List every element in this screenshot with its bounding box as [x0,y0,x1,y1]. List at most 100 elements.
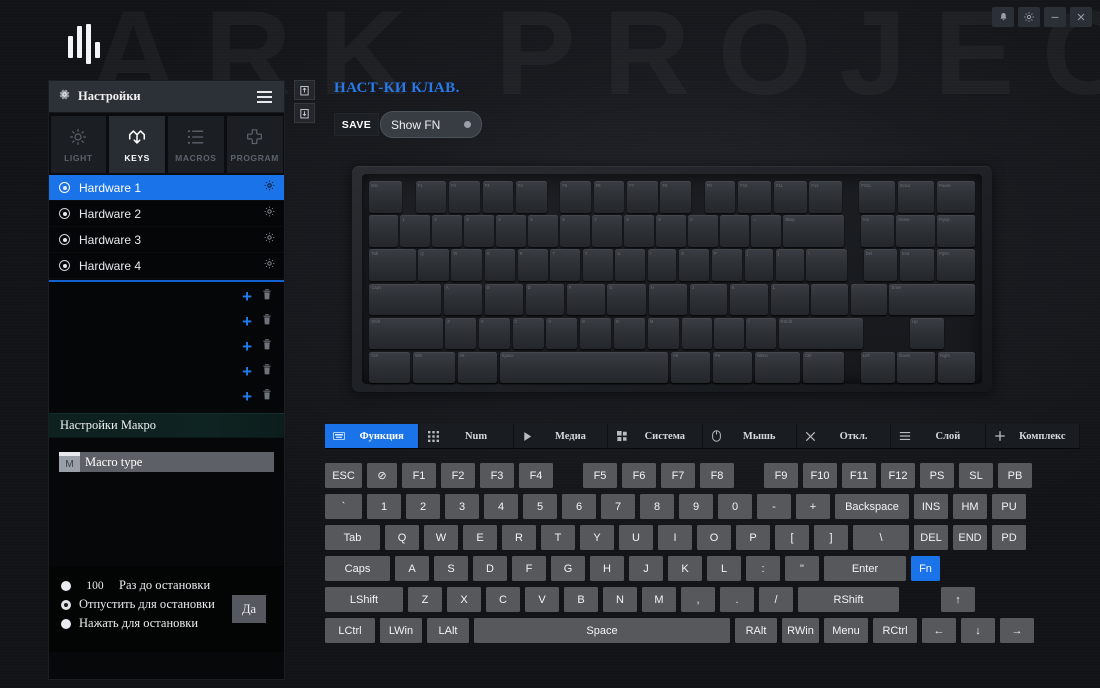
keyboard-preview-key[interactable]: Esc [369,181,403,213]
keyboard-preview-key[interactable]: ' [850,283,887,315]
virtual-key[interactable]: P [736,525,770,550]
keyboard-preview-key[interactable]: D [525,283,564,315]
show-fn-toggle[interactable]: Show FN [380,111,482,138]
keyboard-preview-key[interactable]: Space [499,351,669,383]
virtual-key[interactable]: 0 [718,494,752,519]
keyboard-preview-key[interactable]: ] [775,249,804,281]
virtual-key[interactable]: C [486,587,520,612]
keyboard-preview-key[interactable]: 1 [400,215,430,247]
virtual-key[interactable]: I [658,525,692,550]
keyboard-preview-key[interactable]: Y [582,249,613,281]
virtual-key[interactable]: + [796,494,830,519]
keyboard-preview-key[interactable]: F6 [593,181,625,213]
keyboard-preview-key[interactable]: Alt [457,351,497,383]
virtual-key[interactable]: Enter [824,556,906,581]
virtual-key[interactable]: 4 [484,494,518,519]
virtual-key[interactable]: INS [914,494,948,519]
trash-icon[interactable] [261,363,273,381]
keyboard-preview-key[interactable]: V [546,317,578,349]
virtual-key[interactable]: ] [814,525,848,550]
virtual-key[interactable]: Backspace [835,494,909,519]
hardware-row[interactable]: Hardware 1 [49,175,284,201]
keyboard-preview-key[interactable]: F5 [560,181,591,213]
confirm-button[interactable]: Да [232,595,266,623]
virtual-key[interactable]: → [1000,618,1034,643]
stop-option-repeat[interactable]: 100 Раз до остановки [61,576,284,595]
virtual-key[interactable]: 1 [367,494,401,519]
keyboard-preview-key[interactable]: Down [897,351,936,383]
virtual-key[interactable]: E [463,525,497,550]
keyboard-preview-key[interactable]: F [566,283,605,315]
keyboard-preview-key[interactable]: F1 [415,181,447,213]
keyboard-preview-key[interactable]: A [443,283,482,315]
gear-icon[interactable] [263,231,276,249]
keyboard-preview-key[interactable]: U [615,249,646,281]
keyboard-preview-key[interactable]: Shift [369,317,443,349]
virtual-key[interactable]: LShift [325,587,403,612]
hamburger-icon[interactable] [254,88,275,106]
macro-type-field[interactable]: M Macro type [59,452,274,472]
keyboard-preview-key[interactable]: Z [445,317,476,349]
keyboard-preview-key[interactable]: F3 [482,181,514,213]
keyboard-preview-key[interactable]: Alt [671,351,711,383]
hardware-row[interactable]: Hardware 4 [49,253,284,279]
virtual-key[interactable]: / [759,587,793,612]
keyboard-preview-key[interactable]: Left [860,351,895,383]
add-macro-icon[interactable]: + [242,388,252,405]
keyboard-preview-key[interactable]: Home [896,215,935,247]
virtual-key[interactable]: 9 [679,494,713,519]
virtual-key[interactable]: O [697,525,731,550]
virtual-key[interactable]: D [473,556,507,581]
key-category-tab[interactable]: Слой [891,424,985,448]
gear-icon[interactable] [263,257,276,275]
virtual-key[interactable]: 2 [406,494,440,519]
virtual-key[interactable]: Menu [824,618,868,643]
keyboard-preview-key[interactable]: Caps [369,283,442,315]
radio-icon[interactable] [59,234,70,245]
key-category-tab[interactable]: Num [419,424,513,448]
macro-slot-row[interactable]: + [49,334,284,359]
repeat-count-value[interactable]: 100 [79,580,111,592]
keyboard-preview-key[interactable]: E [485,249,515,281]
virtual-key[interactable]: ESC [325,463,362,488]
sidebar-tab-macros[interactable]: MACROS [168,116,224,173]
virtual-key[interactable]: RShift [798,587,899,612]
virtual-key[interactable]: F2 [441,463,475,488]
virtual-key[interactable]: F8 [700,463,734,488]
keyboard-preview-key[interactable]: 8 [624,215,654,247]
keyboard-preview-key[interactable]: Right [937,351,975,383]
virtual-key[interactable]: ← [922,618,956,643]
virtual-key[interactable]: G [551,556,585,581]
minimize-button[interactable] [1044,7,1066,27]
trash-icon[interactable] [261,388,273,406]
add-macro-icon[interactable]: + [242,313,252,330]
key-category-tab[interactable]: Система [608,424,702,448]
add-macro-icon[interactable]: + [242,288,252,305]
key-category-tab[interactable]: Функция [325,424,419,448]
virtual-key[interactable]: DEL [914,525,948,550]
keyboard-preview-key[interactable]: Q [418,249,449,281]
gear-icon[interactable] [263,179,276,197]
keyboard-preview-key[interactable]: Up [910,317,944,349]
macro-slot-row[interactable]: + [49,359,284,384]
save-button[interactable]: SAVE [334,113,379,136]
virtual-key[interactable]: Fn [911,556,940,581]
keyboard-preview-key[interactable]: I [648,249,677,281]
virtual-key[interactable]: ↓ [961,618,995,643]
keyboard-preview-key[interactable]: K [730,283,769,315]
virtual-key[interactable]: SL [959,463,993,488]
bell-icon[interactable] [992,7,1014,27]
keyboard-preview-key[interactable]: ; [811,283,848,315]
keyboard-preview-key[interactable]: Tab [369,249,416,281]
add-macro-icon[interactable]: + [242,363,252,380]
virtual-key[interactable]: \ [853,525,909,550]
import-icon[interactable] [294,80,315,100]
keyboard-preview-key[interactable]: B [580,317,612,349]
keyboard-preview-key[interactable]: PgDn [937,249,975,281]
virtual-key[interactable]: F5 [583,463,617,488]
export-icon[interactable] [294,103,315,123]
keyboard-preview-key[interactable]: Ctrl [802,351,844,383]
keyboard-preview-key[interactable]: / [746,317,776,349]
virtual-key[interactable]: B [564,587,598,612]
virtual-key[interactable]: ⊘ [367,463,397,488]
